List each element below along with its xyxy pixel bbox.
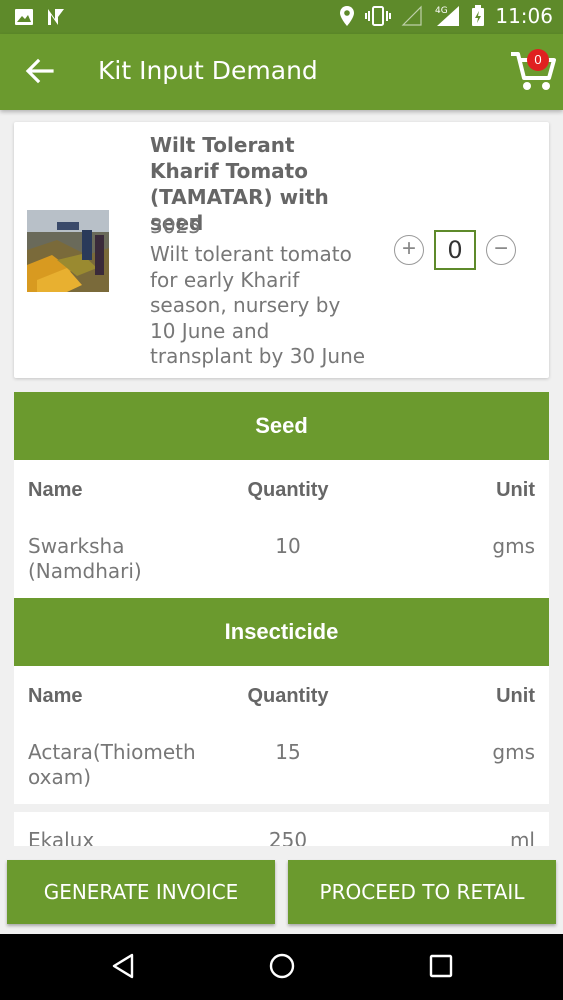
- cart-count-badge: 0: [527, 49, 549, 71]
- generate-invoice-button[interactable]: GENERATE INVOICE: [7, 860, 275, 924]
- battery-icon: [472, 5, 485, 26]
- app-notification-icon: [48, 9, 64, 25]
- item-unit: gms: [492, 740, 535, 764]
- back-arrow-icon[interactable]: [22, 54, 56, 88]
- status-bar: 4G 11:06: [0, 0, 563, 34]
- clock: 11:06: [495, 4, 553, 28]
- item-quantity: 15: [275, 740, 301, 764]
- product-image: [27, 210, 109, 292]
- column-headers: Name Quantity Unit: [14, 666, 549, 726]
- item-name: Ekalux: [28, 828, 95, 846]
- column-header-quantity: Quantity: [247, 478, 329, 501]
- image-icon: [15, 9, 33, 25]
- column-header-unit: Unit: [496, 478, 535, 501]
- category-header: Insecticide: [14, 598, 549, 666]
- item-name: Actara(Thiomethoxam): [28, 740, 196, 789]
- column-headers: Name Quantity Unit: [14, 460, 549, 520]
- column-header-name: Name: [28, 684, 83, 707]
- product-code: 3025: [150, 214, 201, 238]
- table-row: Actara(Thiomethoxam) 15 gms: [14, 726, 549, 804]
- action-bar: GENERATE INVOICE PROCEED TO RETAIL: [0, 846, 563, 934]
- kit-items-list[interactable]: Seed Name Quantity Unit Swarksha (Namdha…: [14, 392, 549, 846]
- column-header-quantity: Quantity: [247, 684, 329, 707]
- product-card[interactable]: Wilt Tolerant Kharif Tomato (TAMATAR) wi…: [14, 122, 549, 378]
- table-row: Ekalux 250 ml: [14, 812, 549, 846]
- system-navigation-bar: [0, 934, 563, 1000]
- nav-back-icon[interactable]: [110, 952, 136, 980]
- vibrate-icon: [365, 6, 392, 26]
- table-row: Swarksha (Namdhari) 10 gms: [14, 520, 549, 598]
- quantity-stepper: + 0 −: [394, 230, 516, 270]
- item-quantity: 10: [275, 534, 301, 558]
- item-unit: ml: [509, 828, 535, 846]
- cell-signal-icon: 4G: [435, 6, 460, 26]
- category-header: Seed: [14, 392, 549, 460]
- quantity-field[interactable]: 0: [434, 230, 476, 270]
- svg-text:4G: 4G: [435, 6, 448, 16]
- column-header-unit: Unit: [496, 684, 535, 707]
- column-header-name: Name: [28, 478, 83, 501]
- increment-button[interactable]: +: [394, 235, 424, 265]
- location-icon: [340, 6, 355, 26]
- nav-home-icon[interactable]: [268, 952, 296, 980]
- nav-recents-icon[interactable]: [428, 952, 454, 980]
- item-quantity: 250: [268, 828, 308, 846]
- proceed-to-retail-button[interactable]: PROCEED TO RETAIL: [288, 860, 556, 924]
- wifi-signal-icon: [401, 5, 422, 26]
- page-title: Kit Input Demand: [98, 56, 318, 85]
- app-bar: Kit Input Demand 0: [0, 34, 563, 110]
- product-description: Wilt tolerant tomato for early Kharif se…: [150, 242, 366, 368]
- item-name: Swarksha (Namdhari): [28, 534, 142, 583]
- decrement-button[interactable]: −: [486, 235, 516, 265]
- item-unit: gms: [492, 534, 535, 558]
